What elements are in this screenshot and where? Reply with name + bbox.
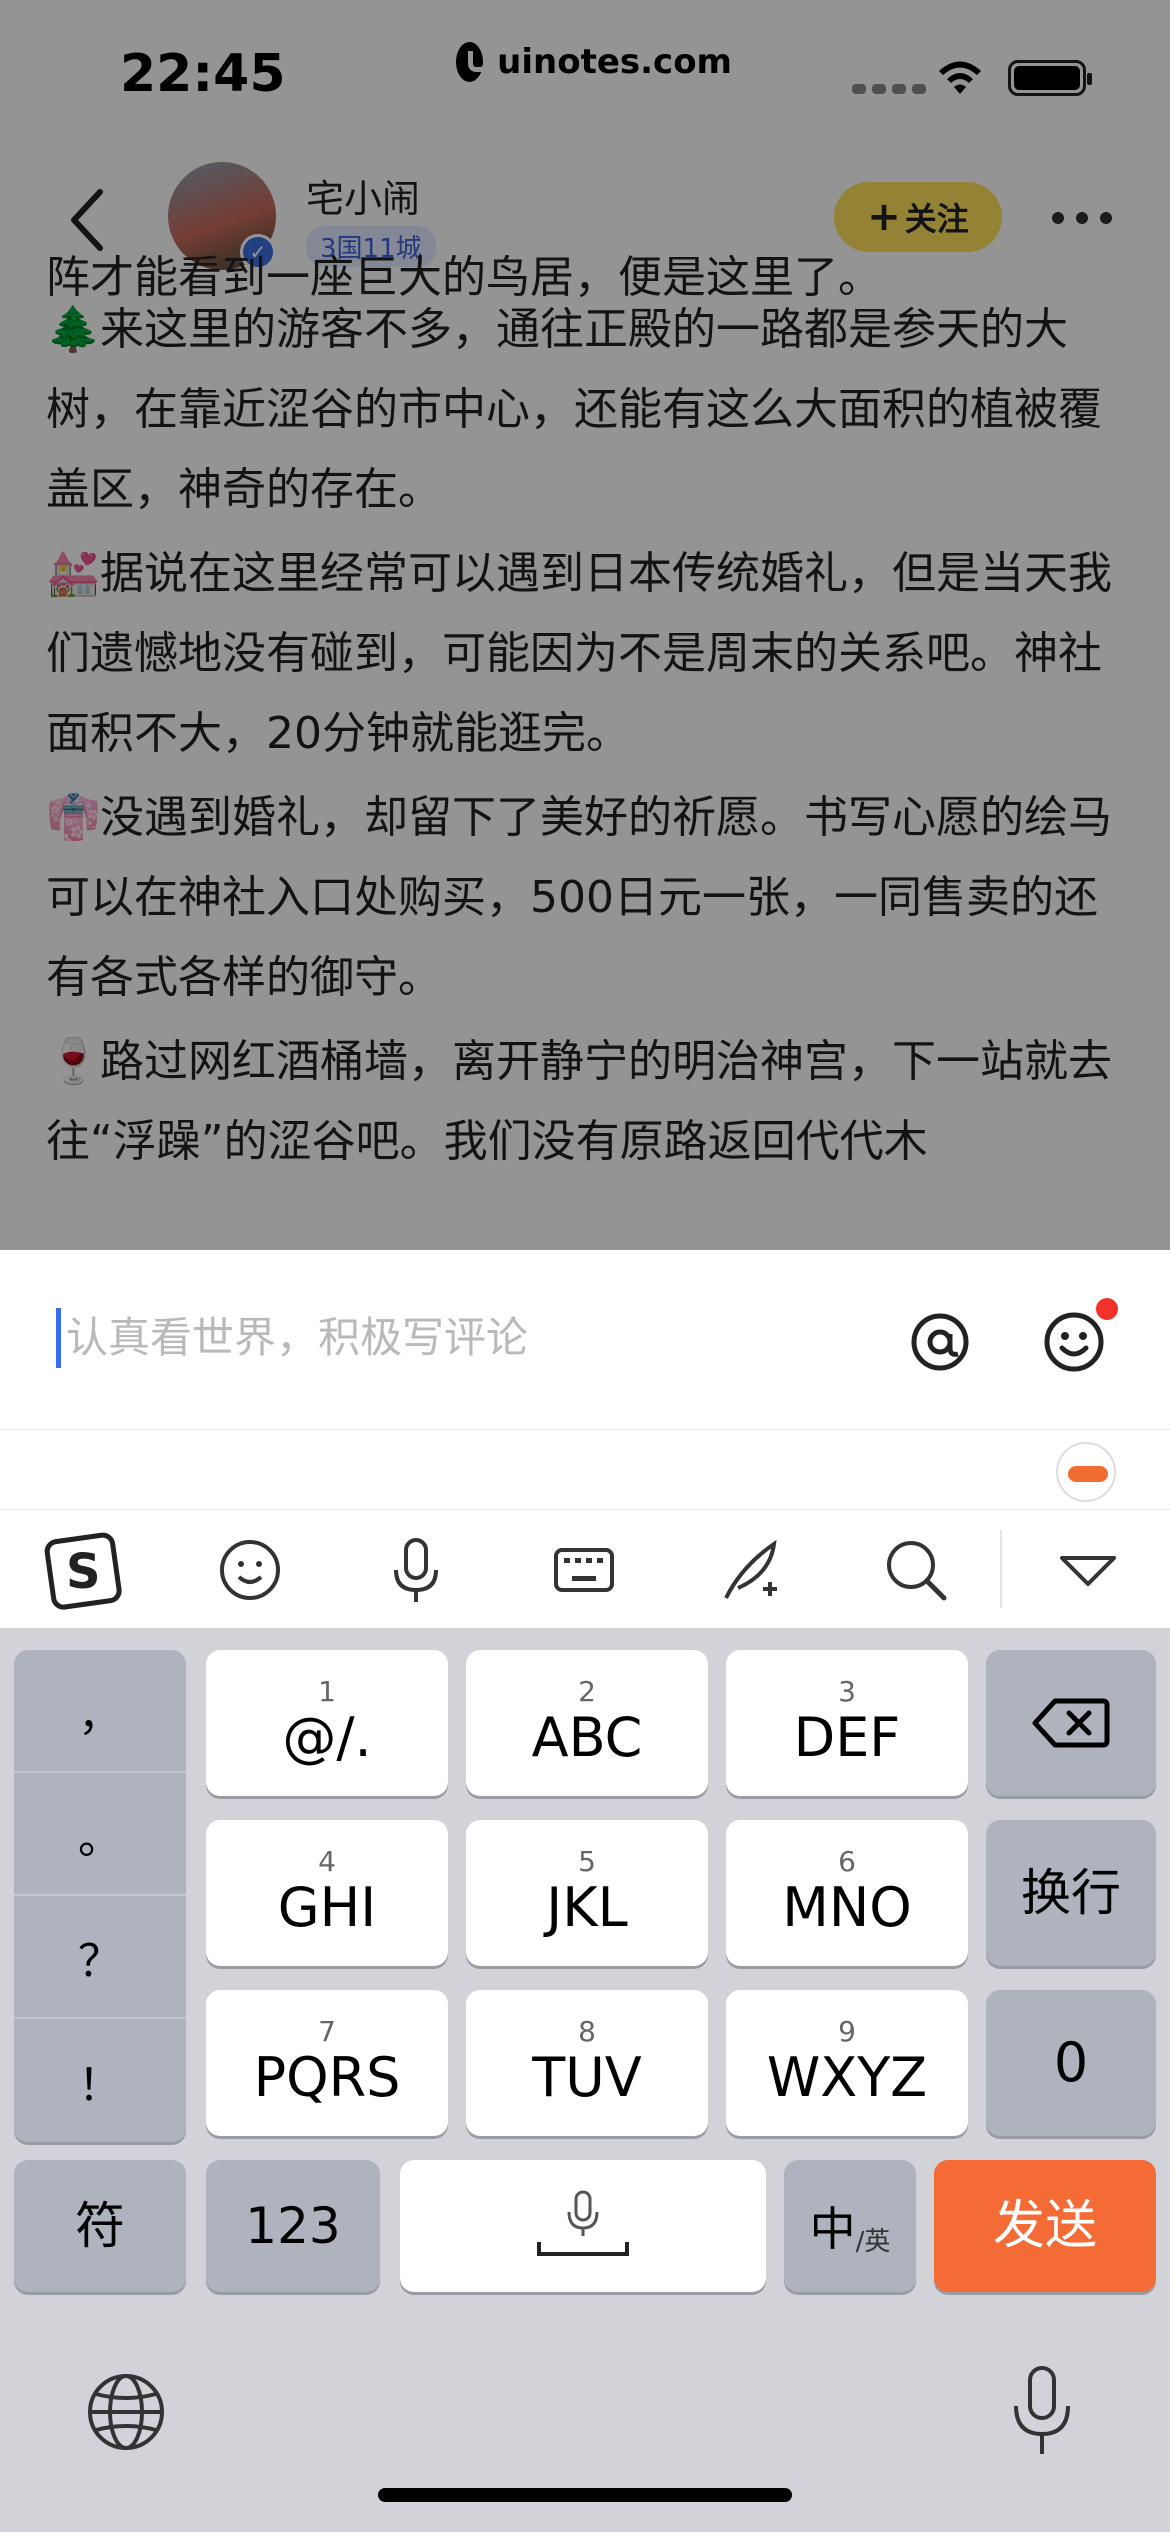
article-background: 22:45 uinotes.com ✓ 宅小闹 3国11城 + 关注 阵才能看到一… bbox=[0, 0, 1170, 1250]
globe-icon[interactable] bbox=[84, 2370, 168, 2454]
keyboard: ， 。 ？ ！ 1 @/. 2 ABC 3 DEF 4 GHI 5 JKL 6 MNO 换行… bbox=[0, 1628, 1170, 2532]
key-7[interactable]: 7 PQRS bbox=[206, 1990, 448, 2136]
space-mic-icon bbox=[537, 2190, 629, 2256]
symbols-button[interactable]: 符 bbox=[14, 2160, 186, 2292]
key-2[interactable]: 2 ABC bbox=[466, 1650, 708, 1796]
voice-input-icon[interactable] bbox=[376, 1530, 456, 1610]
mascot-icon[interactable] bbox=[1056, 1442, 1116, 1502]
key-6[interactable]: 6 MNO bbox=[726, 1820, 968, 1966]
comment-input[interactable]: 认真看世界，积极写评论 bbox=[66, 1308, 528, 1368]
comment-bar: 认真看世界，积极写评论 bbox=[0, 1250, 1170, 1430]
backspace-button[interactable] bbox=[986, 1650, 1156, 1796]
punct-key-exclamation[interactable]: ！ bbox=[14, 2019, 186, 2142]
sogou-logo-icon[interactable]: S bbox=[44, 1530, 124, 1610]
newline-button[interactable]: 换行 bbox=[986, 1820, 1156, 1966]
svg-text:S: S bbox=[66, 1544, 101, 1600]
handwriting-quill-icon[interactable] bbox=[712, 1530, 792, 1610]
toolbar-divider bbox=[1000, 1530, 1002, 1608]
modal-dim-overlay[interactable] bbox=[0, 0, 1170, 1250]
backspace-icon bbox=[1032, 1698, 1110, 1748]
search-icon[interactable] bbox=[876, 1530, 956, 1610]
key-0[interactable]: 0 bbox=[986, 1990, 1156, 2136]
punct-key-comma[interactable]: ， bbox=[14, 1650, 186, 1773]
collapse-keyboard-icon[interactable] bbox=[1048, 1530, 1128, 1610]
keyboard-toolbar: S bbox=[0, 1510, 1170, 1628]
punctuation-column: ， 。 ？ ！ bbox=[14, 1650, 186, 2142]
key-1[interactable]: 1 @/. bbox=[206, 1650, 448, 1796]
key-4[interactable]: 4 GHI bbox=[206, 1820, 448, 1966]
emoji-icon[interactable] bbox=[1042, 1310, 1106, 1374]
punct-key-question[interactable]: ？ bbox=[14, 1896, 186, 2019]
language-switch-button[interactable]: 中/英 bbox=[784, 2160, 916, 2292]
send-button[interactable]: 发送 bbox=[934, 2160, 1156, 2292]
punct-key-period[interactable]: 。 bbox=[14, 1773, 186, 1896]
keyboard-suggestion-strip bbox=[0, 1430, 1170, 1510]
space-bar[interactable] bbox=[400, 2160, 766, 2292]
key-9[interactable]: 9 WXYZ bbox=[726, 1990, 968, 2136]
dictation-mic-icon[interactable] bbox=[1000, 2362, 1084, 2462]
key-3[interactable]: 3 DEF bbox=[726, 1650, 968, 1796]
keyboard-layout-icon[interactable] bbox=[544, 1530, 624, 1610]
key-5[interactable]: 5 JKL bbox=[466, 1820, 708, 1966]
screen: 22:45 uinotes.com ✓ 宅小闹 3国11城 + 关注 阵才能看到一… bbox=[0, 0, 1170, 2532]
emoji-panel-icon[interactable] bbox=[210, 1530, 290, 1610]
mention-icon[interactable] bbox=[908, 1310, 972, 1374]
text-caret bbox=[56, 1308, 61, 1368]
home-indicator bbox=[378, 2488, 792, 2502]
key-8[interactable]: 8 TUV bbox=[466, 1990, 708, 2136]
numbers-button[interactable]: 123 bbox=[206, 2160, 380, 2292]
notification-dot bbox=[1096, 1298, 1118, 1320]
